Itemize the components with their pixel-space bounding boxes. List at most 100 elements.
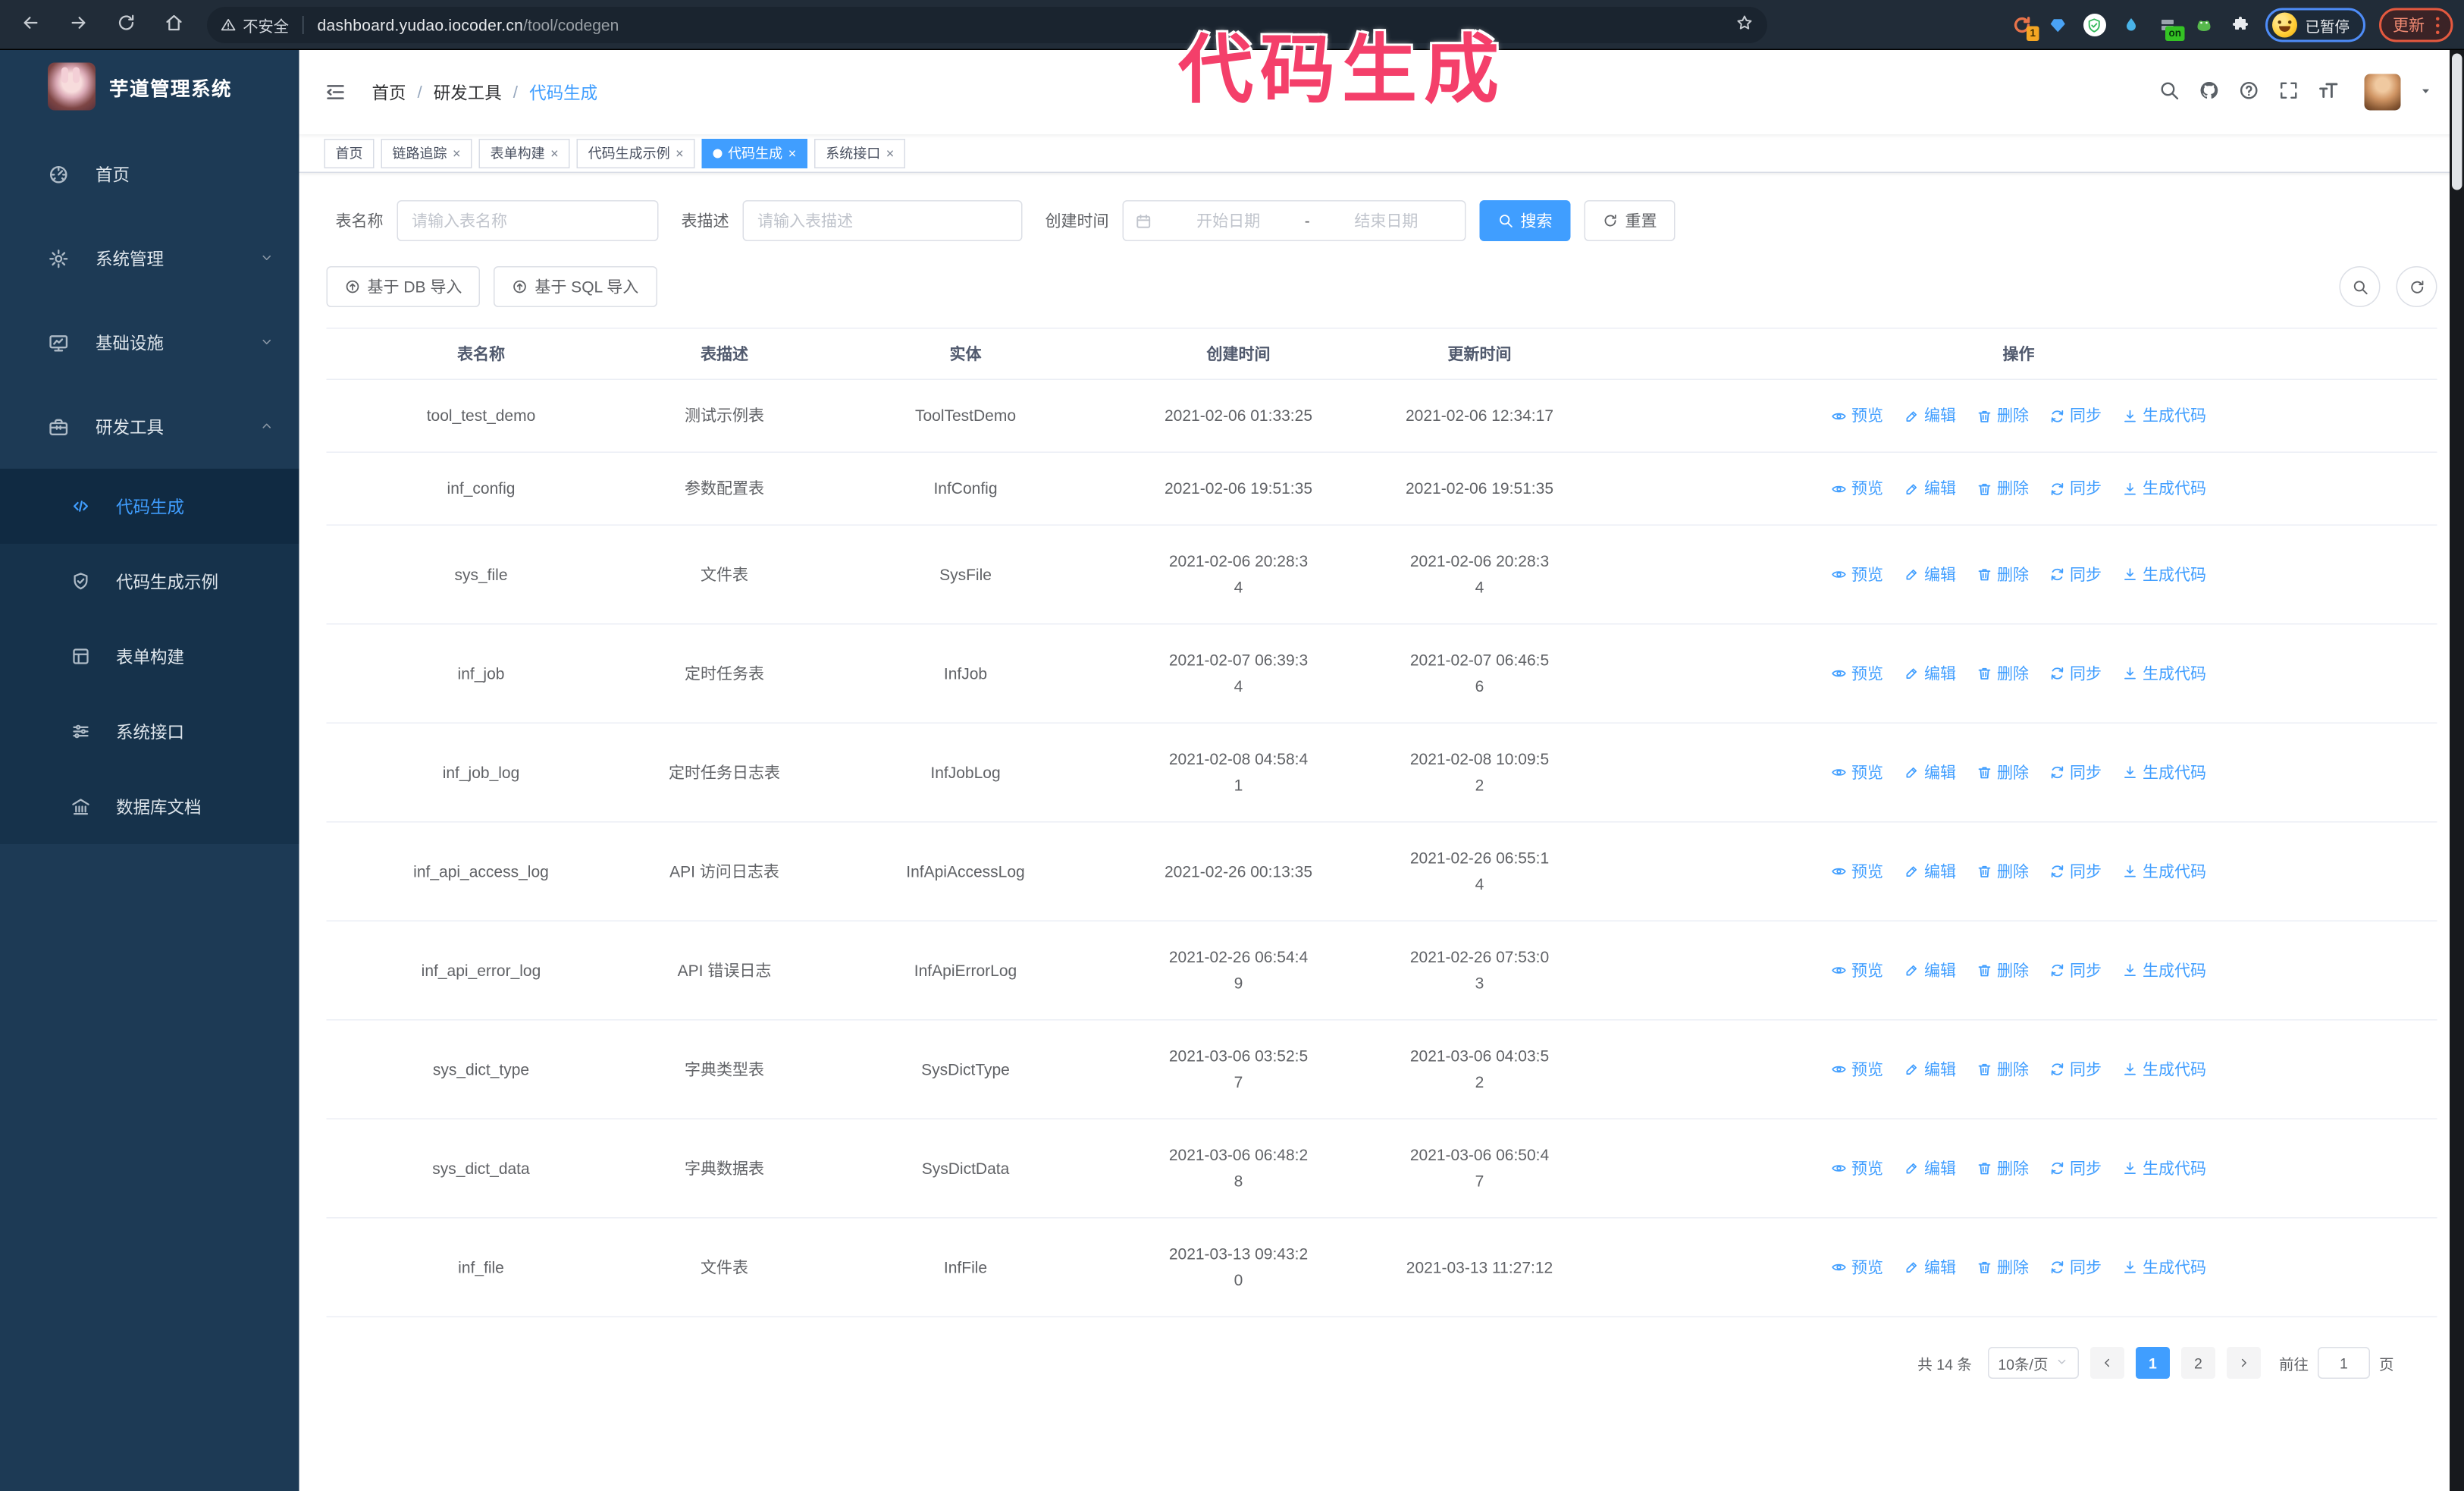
delete-link[interactable]: 删除 <box>1977 1155 2029 1182</box>
tab-home[interactable]: 首页 <box>324 138 375 168</box>
sync-link[interactable]: 同步 <box>2049 859 2102 885</box>
sync-link[interactable]: 同步 <box>2049 661 2102 687</box>
close-icon[interactable]: × <box>453 145 461 161</box>
browser-home-icon[interactable] <box>164 13 184 37</box>
breadcrumb-home[interactable]: 首页 <box>372 80 406 105</box>
sidebar-item-infrastructure[interactable]: 基础设施 <box>0 300 299 385</box>
delete-link[interactable]: 删除 <box>1977 1254 2029 1281</box>
edit-link[interactable]: 编辑 <box>1904 661 1956 687</box>
page-button-1[interactable]: 1 <box>2135 1347 2170 1379</box>
sync-link[interactable]: 同步 <box>2049 1254 2102 1281</box>
edit-link[interactable]: 编辑 <box>1904 403 1956 429</box>
table-desc-input[interactable] <box>742 200 1023 241</box>
preview-link[interactable]: 预览 <box>1831 759 1883 786</box>
extension-refresh-icon[interactable]: 1 <box>2011 14 2039 41</box>
tab-codegen-example[interactable]: 代码生成示例 × <box>576 138 695 168</box>
sync-link[interactable]: 同步 <box>2049 561 2102 588</box>
browser-back-icon[interactable] <box>20 13 41 37</box>
preview-link[interactable]: 预览 <box>1831 859 1883 885</box>
next-page-button[interactable] <box>2226 1347 2261 1379</box>
preview-link[interactable]: 预览 <box>1831 661 1883 687</box>
scrollbar-thumb[interactable] <box>2452 53 2462 190</box>
help-icon[interactable] <box>2238 79 2260 105</box>
preview-link[interactable]: 预览 <box>1831 1056 1883 1083</box>
edit-link[interactable]: 编辑 <box>1904 759 1956 786</box>
edit-link[interactable]: 编辑 <box>1904 1155 1956 1182</box>
reset-button[interactable]: 重置 <box>1584 200 1676 241</box>
tab-form-builder[interactable]: 表单构建 × <box>478 138 570 168</box>
close-icon[interactable]: × <box>886 145 895 161</box>
browser-menu-dots-icon[interactable] <box>2436 16 2440 34</box>
delete-link[interactable]: 删除 <box>1977 561 2029 588</box>
browser-update-button[interactable]: 更新 <box>2379 8 2453 42</box>
edit-link[interactable]: 编辑 <box>1904 1056 1956 1083</box>
sync-link[interactable]: 同步 <box>2049 1155 2102 1182</box>
bookmark-star-icon[interactable] <box>1735 14 1754 36</box>
search-icon[interactable] <box>2158 79 2180 105</box>
sync-link[interactable]: 同步 <box>2049 759 2102 786</box>
generate-code-link[interactable]: 生成代码 <box>2122 759 2206 786</box>
sidebar-logo-row[interactable]: 芋道管理系统 <box>0 50 299 123</box>
delete-link[interactable]: 删除 <box>1977 759 2029 786</box>
import-sql-button[interactable]: 基于 SQL 导入 <box>494 266 657 307</box>
generate-code-link[interactable]: 生成代码 <box>2122 561 2206 588</box>
fullscreen-icon[interactable] <box>2278 79 2300 105</box>
goto-page-input[interactable] <box>2317 1347 2370 1379</box>
date-range-picker[interactable]: 开始日期 - 结束日期 <box>1122 200 1466 241</box>
tab-trace[interactable]: 链路追踪 × <box>381 138 472 168</box>
generate-code-link[interactable]: 生成代码 <box>2122 957 2206 984</box>
sync-link[interactable]: 同步 <box>2049 476 2102 502</box>
user-caret-down-icon[interactable] <box>2419 84 2433 100</box>
delete-link[interactable]: 删除 <box>1977 1056 2029 1083</box>
not-secure-warning[interactable]: 不安全 <box>221 13 289 36</box>
extension-drop-icon[interactable] <box>2120 14 2143 36</box>
delete-link[interactable]: 删除 <box>1977 403 2029 429</box>
sidebar-toggle-icon[interactable] <box>324 81 347 104</box>
preview-link[interactable]: 预览 <box>1831 561 1883 588</box>
prev-page-button[interactable] <box>2089 1347 2124 1379</box>
generate-code-link[interactable]: 生成代码 <box>2122 1056 2206 1083</box>
refresh-table-button[interactable] <box>2396 266 2437 307</box>
preview-link[interactable]: 预览 <box>1831 476 1883 502</box>
edit-link[interactable]: 编辑 <box>1904 957 1956 984</box>
profile-paused-pill[interactable]: 已暂停 <box>2265 8 2365 42</box>
sidebar-item-codegen-example[interactable]: 代码生成示例 <box>0 544 299 619</box>
tab-code-generation[interactable]: 代码生成 × <box>701 138 808 168</box>
font-size-icon[interactable] <box>2318 79 2340 105</box>
generate-code-link[interactable]: 生成代码 <box>2122 859 2206 885</box>
generate-code-link[interactable]: 生成代码 <box>2122 1155 2206 1182</box>
edit-link[interactable]: 编辑 <box>1904 561 1956 588</box>
delete-link[interactable]: 删除 <box>1977 859 2029 885</box>
github-icon[interactable] <box>2199 79 2221 105</box>
tab-system-api[interactable]: 系统接口 × <box>814 138 906 168</box>
extension-v-icon[interactable] <box>2083 14 2106 36</box>
edit-link[interactable]: 编辑 <box>1904 476 1956 502</box>
sidebar-item-code-generation[interactable]: 代码生成 <box>0 469 299 544</box>
generate-code-link[interactable]: 生成代码 <box>2122 476 2206 502</box>
preview-link[interactable]: 预览 <box>1831 1254 1883 1281</box>
table-name-input[interactable] <box>397 200 659 241</box>
page-button-2[interactable]: 2 <box>2180 1347 2215 1379</box>
generate-code-link[interactable]: 生成代码 <box>2122 1254 2206 1281</box>
extension-frog-icon[interactable] <box>2193 14 2215 36</box>
sidebar-item-database-doc[interactable]: 数据库文档 <box>0 769 299 844</box>
page-scrollbar[interactable] <box>2450 50 2464 1491</box>
sidebar-item-system-api[interactable]: 系统接口 <box>0 694 299 769</box>
extension-server-icon[interactable]: on <box>2156 14 2185 41</box>
preview-link[interactable]: 预览 <box>1831 957 1883 984</box>
user-avatar[interactable] <box>2364 74 2401 111</box>
delete-link[interactable]: 删除 <box>1977 661 2029 687</box>
close-icon[interactable]: × <box>676 145 684 161</box>
preview-link[interactable]: 预览 <box>1831 1155 1883 1182</box>
search-button[interactable]: 搜索 <box>1479 200 1571 241</box>
edit-link[interactable]: 编辑 <box>1904 859 1956 885</box>
preview-link[interactable]: 预览 <box>1831 403 1883 429</box>
toggle-search-button[interactable] <box>2339 266 2381 307</box>
page-size-select[interactable]: 10条/页 <box>1987 1347 2079 1379</box>
breadcrumb-dev-tools[interactable]: 研发工具 <box>434 80 502 105</box>
sync-link[interactable]: 同步 <box>2049 403 2102 429</box>
sidebar-item-system-management[interactable]: 系统管理 <box>0 216 299 300</box>
sync-link[interactable]: 同步 <box>2049 1056 2102 1083</box>
start-date-placeholder[interactable]: 开始日期 <box>1161 209 1296 232</box>
sync-link[interactable]: 同步 <box>2049 957 2102 984</box>
